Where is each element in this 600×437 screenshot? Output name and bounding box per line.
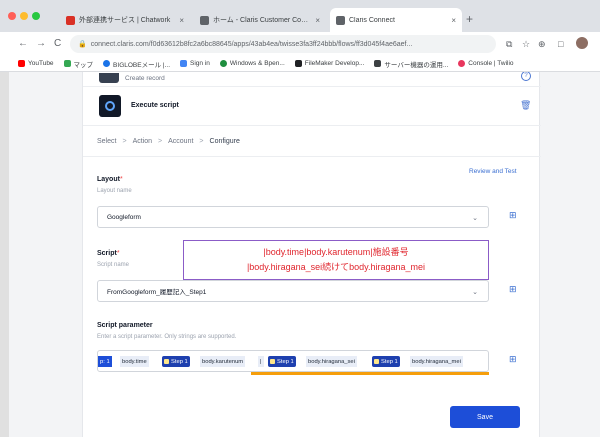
layout-select-value: Googleform — [107, 213, 141, 221]
script-select[interactable]: FromGoogleform_履歴記入_Step1 ⌄ — [97, 280, 489, 302]
previous-step-label: Create record — [125, 74, 165, 82]
layout-select[interactable]: Googleform ⌄ — [97, 206, 489, 228]
page-content: Create record ? Execute script 🗑 Select … — [0, 72, 600, 437]
parameter-token[interactable]: body.time — [120, 356, 149, 367]
tab-close-icon[interactable]: × — [179, 16, 184, 25]
parameter-token[interactable]: body.hiragana_mei — [410, 356, 463, 367]
browser-tab[interactable]: ホーム - Claris Customer Cons... × — [194, 8, 326, 32]
chevron-right-icon: > — [122, 137, 127, 145]
back-icon[interactable]: ← — [18, 38, 28, 50]
extension-icon[interactable]: ⊕ — [538, 39, 546, 49]
bookmark-item[interactable]: Windows & Bpen... — [219, 60, 285, 67]
left-gutter — [0, 72, 9, 437]
script-parameter-input[interactable]: p: 1 body.time Step 1 body.karutenum | S… — [97, 350, 489, 372]
breadcrumb-action[interactable]: Action — [133, 138, 152, 145]
annotation-line-1: |body.time|body.karutenum|施設番号 — [263, 247, 409, 257]
previous-step-row[interactable]: Create record — [99, 72, 519, 84]
breadcrumb-account[interactable]: Account — [168, 138, 193, 145]
annotation-line-2: |body.hiragana_sei続けてbody.hiragana_mei — [246, 262, 426, 272]
chevron-down-icon: ⌄ — [472, 215, 478, 222]
tab-title: Claris Connect — [349, 16, 395, 24]
insert-data-icon[interactable]: ⊞ — [509, 210, 517, 221]
tab-close-icon[interactable]: × — [451, 16, 456, 25]
browser-tab-active[interactable]: Claris Connect × — [330, 8, 462, 32]
bookmark-item[interactable]: サーバー機器の運用... — [374, 59, 448, 69]
help-icon[interactable]: ? — [521, 72, 531, 81]
step-title: Execute script — [131, 102, 179, 109]
breadcrumb-configure[interactable]: Configure — [210, 138, 240, 145]
step-reference-chip[interactable]: Step 1 — [162, 356, 190, 367]
annotation-callout: |body.time|body.karutenum|施設番号 |body.hir… — [183, 240, 489, 280]
step-reference-chip[interactable]: Step 1 — [268, 356, 296, 367]
tab-strip: 外部連携サービス | Chatwork × ホーム - Claris Custo… — [0, 0, 600, 32]
profile-avatar[interactable] — [575, 36, 589, 50]
selection-highlight — [251, 372, 489, 375]
tab-title: ホーム - Claris Customer Cons... — [213, 17, 312, 24]
layout-label: Layout* — [97, 176, 123, 183]
minimize-window-button[interactable] — [20, 12, 28, 20]
globe-icon — [219, 60, 227, 67]
insert-data-icon[interactable]: ⊞ — [509, 354, 517, 365]
maps-icon — [63, 60, 71, 67]
bookmark-item[interactable]: BIGLOBEメール |... — [103, 59, 170, 69]
breadcrumb: Select > Action > Account > Configure — [97, 134, 240, 148]
twilio-icon — [458, 60, 466, 67]
server-icon — [374, 60, 382, 67]
chevron-right-icon: > — [199, 137, 204, 145]
step-reference-chip[interactable]: Step 1 — [372, 356, 400, 367]
url-text: connect.claris.com/f0d63612b8fc2a6bc8864… — [90, 40, 413, 48]
parameter-token[interactable]: | — [258, 356, 264, 367]
tab-close-icon[interactable]: × — [315, 16, 320, 25]
insert-data-icon[interactable]: ⊞ — [509, 284, 517, 295]
bookmark-item[interactable]: YouTube — [18, 60, 54, 67]
step-app-icon — [99, 73, 119, 83]
script-parameter-hint: Enter a script parameter. Only strings a… — [97, 334, 237, 340]
biglobe-icon — [103, 60, 111, 67]
script-parameter-label: Script parameter — [97, 322, 153, 329]
bookmark-item[interactable]: Sign in — [180, 60, 210, 67]
new-tab-button[interactable]: + — [466, 13, 473, 25]
address-bar[interactable]: 🔒 connect.claris.com/f0d63612b8fc2a6bc88… — [70, 35, 496, 53]
parameter-token[interactable]: body.karutenum — [200, 356, 246, 367]
bookmark-star-icon[interactable]: ☆ — [522, 39, 530, 49]
breadcrumb-select[interactable]: Select — [97, 138, 116, 145]
layout-hint: Layout name — [97, 188, 132, 194]
bookmark-item[interactable]: マップ — [63, 59, 93, 69]
claris-favicon-icon — [336, 15, 345, 25]
trash-icon[interactable]: 🗑 — [520, 100, 531, 111]
bookmark-item[interactable]: Console | Twilio — [458, 60, 514, 67]
browser-window: 外部連携サービス | Chatwork × ホーム - Claris Custo… — [0, 0, 600, 437]
close-window-button[interactable] — [8, 12, 16, 20]
browser-toolbar: ← → C 🔒 connect.claris.com/f0d63612b8fc2… — [0, 32, 600, 56]
claris-favicon-icon — [200, 15, 209, 25]
script-label: Script* — [97, 250, 120, 257]
open-in-new-window-icon[interactable]: ⧉ — [506, 39, 512, 49]
maximize-window-button[interactable] — [32, 12, 40, 20]
lock-icon: 🔒 — [78, 41, 87, 48]
forward-icon[interactable]: → — [36, 38, 46, 50]
step-header[interactable]: Execute script 🗑 — [83, 86, 541, 126]
chevron-down-icon: ⌄ — [472, 289, 478, 296]
parameter-token[interactable]: body.hiragana_sei — [306, 356, 357, 367]
tab-title: 外部連携サービス | Chatwork — [79, 17, 171, 24]
filemaker-icon — [294, 60, 302, 67]
side-panel-icon[interactable]: □ — [558, 39, 563, 49]
google-icon — [180, 60, 187, 67]
review-and-test-link[interactable]: Review and Test — [469, 168, 517, 175]
reload-icon[interactable]: C — [54, 38, 61, 50]
chevron-right-icon: > — [158, 137, 163, 145]
bookmark-item[interactable]: FileMaker Develop... — [294, 60, 364, 67]
script-hint: Script name — [97, 262, 130, 268]
browser-tab[interactable]: 外部連携サービス | Chatwork × — [60, 8, 190, 32]
parameter-token[interactable]: p: 1 — [98, 356, 112, 367]
divider — [83, 156, 541, 157]
youtube-icon — [18, 60, 25, 67]
script-select-value: FromGoogleform_履歴記入_Step1 — [107, 289, 207, 296]
chatwork-favicon-icon — [66, 15, 75, 25]
filemaker-step-icon — [99, 95, 121, 117]
bookmarks-bar: YouTube マップ BIGLOBEメール |... Sign in Wind… — [0, 56, 600, 72]
save-button[interactable]: Save — [450, 406, 520, 428]
